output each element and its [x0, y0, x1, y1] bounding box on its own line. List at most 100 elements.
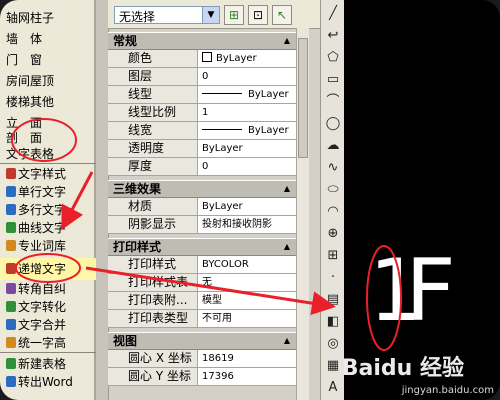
menu-item-text-convert[interactable]: 文字转化 — [0, 299, 96, 316]
menu-item-angle-correct[interactable]: 转角自纠 — [0, 281, 96, 298]
menu-item-unify-height[interactable]: 统一字高 — [0, 335, 96, 352]
prop-value[interactable]: 投射和接收阴影 — [198, 216, 296, 233]
menu-item-text-table[interactable]: 文字表格 — [0, 146, 96, 163]
prop-value[interactable]: 0 — [198, 68, 296, 85]
prop-key: 线宽 — [108, 122, 198, 139]
draw-toolbar: ╱ ↩ ⬠ ▭ ⌒ ◯ ☁ ∿ ⬭ ◠ ⊕ ⊞ · ▤ ◧ ◎ ▦ A — [320, 0, 344, 400]
prop-row[interactable]: 阴影显示 投射和接收阴影 — [108, 216, 296, 234]
arc-icon[interactable]: ⌒ — [323, 92, 343, 112]
prop-value[interactable]: ByLayer — [198, 86, 296, 103]
line-tool-icon[interactable]: ╱ — [323, 4, 343, 24]
chevron-up-icon: ▲ — [283, 336, 290, 345]
polygon-icon[interactable]: ⬠ — [323, 48, 343, 68]
prop-value[interactable]: ByLayer — [198, 50, 296, 67]
menu-item-stairs-other[interactable]: 楼梯其他 — [0, 94, 96, 111]
section-general-header[interactable]: 常规 ▲ — [108, 32, 296, 50]
ellipse-arc-icon[interactable]: ◠ — [323, 202, 343, 222]
menu-item-terminology[interactable]: 专业词库 — [0, 238, 96, 255]
menu-item-export-word[interactable]: 转出Word — [0, 374, 96, 391]
prop-value[interactable]: 不可用 — [198, 310, 296, 327]
prop-row[interactable]: 打印样式表无 — [108, 274, 296, 292]
menu-item-new-table[interactable]: 新建表格 — [0, 356, 96, 373]
scrollbar-thumb[interactable] — [298, 38, 308, 158]
multiline-text-icon — [6, 204, 16, 215]
menu-item-walls[interactable]: 墙 体 — [0, 31, 96, 48]
table-icon[interactable]: ▦ — [323, 356, 343, 376]
toggle-pickadd-button[interactable]: ⊞ — [224, 5, 244, 25]
hatch-icon[interactable]: ▤ — [323, 290, 343, 310]
prop-row[interactable]: 厚度 0 — [108, 158, 296, 176]
menu-item-increment-text[interactable]: 递增文字 — [0, 258, 96, 280]
prop-key: 厚度 — [108, 158, 198, 175]
menu-item-multiline-text[interactable]: 多行文字 — [0, 202, 96, 219]
prop-value[interactable]: 0 — [198, 158, 296, 175]
menu-item-doors-windows[interactable]: 门 窗 — [0, 52, 96, 69]
prop-row[interactable]: 线型比例 1 — [108, 104, 296, 122]
prop-row[interactable]: 打印表附... 模型 — [108, 292, 296, 310]
tangent-left-menu: 轴网柱子 墙 体 门 窗 房间屋顶 楼梯其他 立 面 剖 面 文字表格 文字样式… — [0, 0, 96, 400]
prop-value[interactable]: ByLayer — [198, 198, 296, 215]
insert-block-icon[interactable]: ⊕ — [323, 224, 343, 244]
chevron-up-icon: ▲ — [283, 242, 290, 251]
menu-item-axis-columns[interactable]: 轴网柱子 — [0, 10, 96, 27]
prop-value[interactable]: 1 — [198, 104, 296, 121]
section-view-header[interactable]: 视图 ▲ — [108, 332, 296, 350]
lineweight-preview — [202, 129, 242, 130]
menu-item-rooms-roof[interactable]: 房间屋顶 — [0, 73, 96, 90]
properties-toolbar: 无选择 ▼ ⊞ ⊡ ↖ — [108, 0, 320, 29]
menu-item-label: 单行文字 — [18, 185, 67, 199]
prop-row[interactable]: 圆心 X 坐标 18619 — [108, 350, 296, 368]
menu-item-label: 专业词库 — [18, 239, 67, 253]
menu-item-text-style[interactable]: 文字样式 — [0, 166, 96, 183]
section-print-header[interactable]: 打印样式 ▲ — [108, 238, 296, 256]
prop-value[interactable]: 18619 — [198, 350, 296, 367]
canvas-text-f[interactable]: F — [404, 248, 456, 334]
prop-value[interactable]: BYCOLOR — [198, 256, 296, 273]
prop-value[interactable]: 模型 — [198, 292, 296, 309]
prop-key: 圆心 X 坐标 — [108, 350, 198, 367]
prop-row[interactable]: 圆心 Y 坐标 17396 — [108, 368, 296, 386]
quick-select-button[interactable]: ↖ — [272, 5, 292, 25]
menu-item-label: 轴网柱子 — [6, 11, 55, 25]
gradient-icon[interactable]: ◧ — [323, 312, 343, 332]
prop-row[interactable]: 图层 0 — [108, 68, 296, 86]
point-icon[interactable]: · — [323, 268, 343, 288]
rectangle-icon[interactable]: ▭ — [323, 70, 343, 90]
prop-row[interactable]: 材质 ByLayer — [108, 198, 296, 216]
section-title: 三维效果 — [113, 182, 162, 196]
prop-row[interactable]: 透明度 ByLayer — [108, 140, 296, 158]
menu-item-curve-text[interactable]: 曲线文字 — [0, 220, 96, 237]
mtext-icon[interactable]: A — [323, 378, 343, 398]
menu-item-single-line-text[interactable]: 单行文字 — [0, 184, 96, 201]
prop-value[interactable]: 无 — [198, 274, 296, 291]
prop-value[interactable]: 17396 — [198, 368, 296, 385]
menu-item-section[interactable]: 剖 面 — [0, 130, 96, 147]
menu-item-label: 文字合并 — [18, 318, 67, 332]
menu-item-label: 文字转化 — [18, 300, 67, 314]
prop-value-text: ByLayer — [216, 53, 257, 64]
prop-row[interactable]: 打印样式 BYCOLOR — [108, 256, 296, 274]
prop-row[interactable]: 线型 ByLayer — [108, 86, 296, 104]
spline-icon[interactable]: ∿ — [323, 158, 343, 178]
construction-line-icon[interactable]: ↩ — [323, 26, 343, 46]
region-icon[interactable]: ◎ — [323, 334, 343, 354]
drawing-canvas[interactable]: 1 F — [344, 0, 500, 400]
prop-row[interactable]: 打印表类型 不可用 — [108, 310, 296, 328]
prop-key: 线型比例 — [108, 104, 198, 121]
circle-icon[interactable]: ◯ — [323, 114, 343, 134]
selection-dropdown[interactable]: 无选择 ▼ — [114, 6, 220, 24]
prop-row[interactable]: 线宽 ByLayer — [108, 122, 296, 140]
section-3d-header[interactable]: 三维效果 ▲ — [108, 180, 296, 198]
select-objects-button[interactable]: ⊡ — [248, 5, 268, 25]
menu-item-text-merge[interactable]: 文字合并 — [0, 317, 96, 334]
text-style-icon — [6, 168, 16, 179]
ellipse-icon[interactable]: ⬭ — [323, 180, 343, 200]
make-block-icon[interactable]: ⊞ — [323, 246, 343, 266]
filter-icon: ↖ — [276, 8, 288, 22]
prop-value[interactable]: ByLayer — [198, 122, 296, 139]
prop-value[interactable]: ByLayer — [198, 140, 296, 157]
revision-cloud-icon[interactable]: ☁ — [323, 136, 343, 156]
properties-scrollbar[interactable] — [296, 28, 309, 400]
prop-row[interactable]: 颜色 ByLayer — [108, 50, 296, 68]
prop-key: 颜色 — [108, 50, 198, 67]
